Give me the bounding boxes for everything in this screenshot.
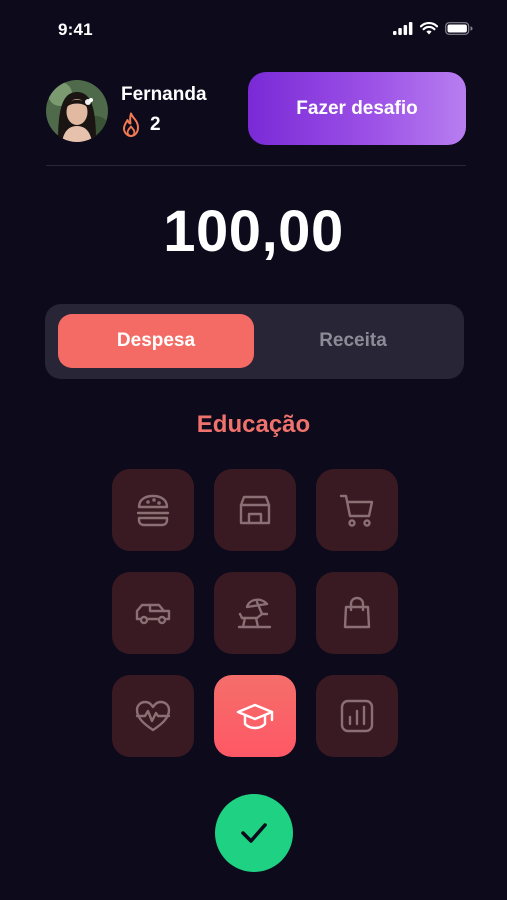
type-toggle: Despesa Receita [45,304,464,379]
category-investments-button[interactable] [316,675,398,757]
wifi-icon [420,22,438,35]
category-title: Educação [196,411,311,438]
streak-counter: 2 [120,112,161,138]
burger-icon [136,494,170,527]
battery-icon [445,22,473,35]
category-health-button[interactable] [112,675,194,757]
graduation-cap-icon [236,703,274,730]
category-store-button[interactable] [214,469,296,551]
amount-display[interactable]: 100,00 [0,198,507,265]
status-time: 9:41 [58,20,93,39]
heart-pulse-icon [135,700,171,732]
category-leisure-button[interactable] [214,572,296,654]
category-education-button[interactable] [214,675,296,757]
divider [46,165,466,166]
category-transport-button[interactable] [112,572,194,654]
shopping-bag-icon [343,596,371,629]
category-clothing-button[interactable] [316,572,398,654]
flame-icon [123,112,139,137]
check-icon [241,823,267,843]
toggle-option-despesa[interactable]: Despesa [58,314,254,368]
category-food-button[interactable] [112,469,194,551]
streak-count: 2 [150,114,161,135]
signal-icon [393,22,413,35]
chart-icon [340,699,374,733]
beach-icon [237,598,272,629]
confirm-button[interactable] [215,794,293,872]
header: Fernanda 2 Fazer desafio [46,72,466,146]
avatar[interactable] [46,80,108,142]
store-icon [239,495,271,525]
status-icons [393,22,473,35]
challenge-button[interactable]: Fazer desafio [248,72,466,145]
toggle-option-receita[interactable]: Receita [255,314,451,368]
cart-icon [339,494,374,527]
car-icon [135,603,171,625]
status-bar: 9:41 [0,0,507,64]
user-name: Fernanda [121,84,207,105]
category-shopping-button[interactable] [316,469,398,551]
